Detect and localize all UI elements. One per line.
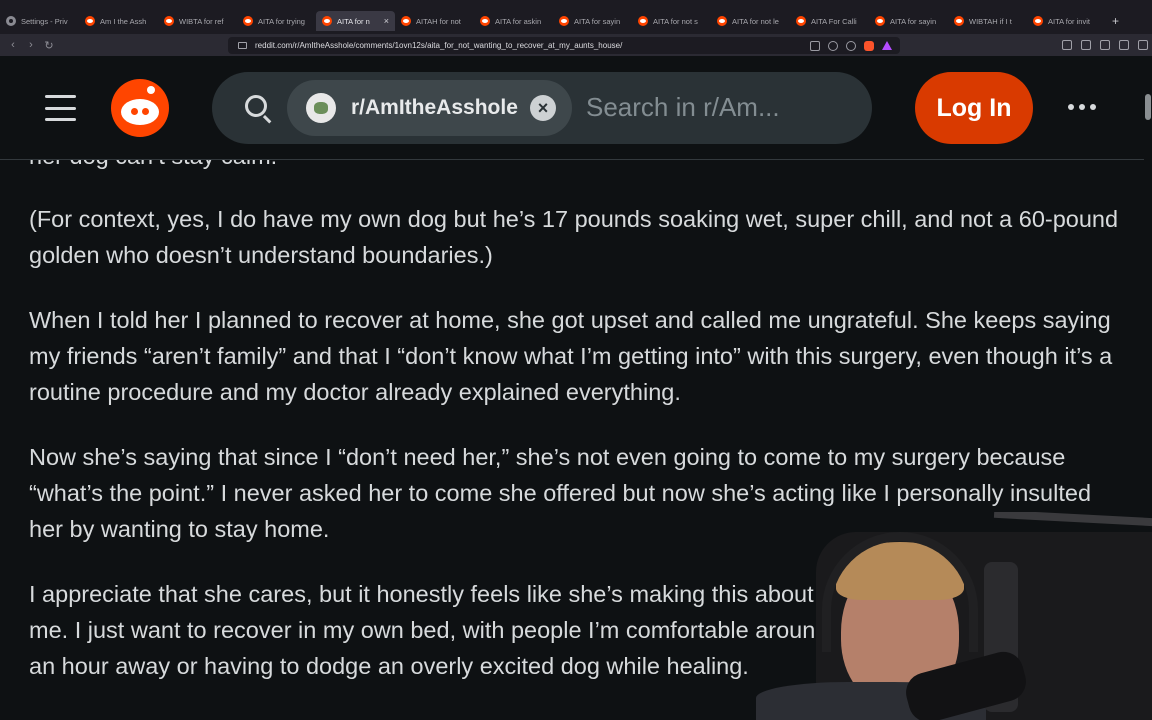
forward-button[interactable]: › [22,39,40,51]
search-input[interactable]: Search in r/Am... [586,92,780,123]
tab-title: AITA for not s [653,16,698,26]
tab-title: AITA for sayin [890,16,937,26]
reddit-icon [164,16,174,26]
site-info-icon[interactable] [238,42,247,49]
tab-title: AITA For Calli [811,16,857,26]
leo-icon[interactable] [1119,40,1129,50]
post-paragraph: (For context, yes, I do have my own dog … [29,206,1119,268]
brave-rewards-icon[interactable] [882,41,892,50]
post-paragraph: When I told her I planned to recover at … [29,307,1113,405]
tab-title: Settings - Priv [21,16,68,26]
tab-title: WIBTAH if I t [969,16,1012,26]
tab-list: Settings - Priv Am I the Assh WIBTA for re… [0,11,1106,31]
back-button[interactable]: ‹ [4,39,22,51]
search-bar[interactable]: r/AmItheAsshole × Search in r/Am... [212,72,872,144]
url-text: reddit.com/r/AmItheAsshole/comments/1ovn… [255,41,623,50]
reddit-icon [954,16,964,26]
tab-title: AITA for askin [495,16,542,26]
reddit-icon [480,16,490,26]
tab-title: AITA for trying [258,16,305,26]
reddit-icon [401,16,411,26]
share-icon[interactable] [846,40,856,51]
reddit-icon [796,16,806,26]
browser-tab[interactable]: WIBTAH if I t [948,11,1027,31]
reddit-icon [322,16,332,26]
tab-title: AITA for invit [1048,16,1090,26]
toolbar-right [1062,40,1148,50]
search-icon [245,95,267,117]
post-partial-line: her dog can’t stay calm. [29,160,277,174]
extensions-icon[interactable] [1100,40,1110,50]
browser-tab[interactable]: AITAH for not [395,11,474,31]
tab-title: AITA for n [337,16,370,26]
subreddit-chip[interactable]: r/AmItheAsshole × [287,80,572,136]
navigation-bar: ‹ › ↻ ⛉ reddit.com/r/AmItheAsshole/comme… [0,34,1152,56]
browser-tab[interactable]: AITA For Calli [790,11,869,31]
close-tab-icon[interactable]: × [384,16,389,26]
browser-tab[interactable]: AITA for not le [711,11,790,31]
sidebar-icon[interactable] [1081,40,1091,50]
address-bar-tools [810,40,892,51]
reddit-icon [559,16,569,26]
login-button[interactable]: Log In [915,72,1033,144]
zoom-icon[interactable] [828,40,838,51]
reddit-icon [85,16,95,26]
reddit-icon [638,16,648,26]
subreddit-avatar [306,93,336,123]
menu-icon[interactable] [1138,40,1148,50]
reddit-icon [1033,16,1043,26]
address-bar[interactable]: reddit.com/r/AmItheAsshole/comments/1ovn… [228,37,900,54]
brave-shields-icon[interactable] [864,40,874,51]
browser-tab[interactable]: Am I the Assh [79,11,158,31]
reddit-header: r/AmItheAsshole × Search in r/Am... Log … [0,56,1144,160]
browser-tab[interactable]: Settings - Priv [0,11,79,31]
more-options-icon[interactable] [1068,104,1096,110]
subreddit-name: r/AmItheAsshole [351,96,518,119]
browser-tab[interactable]: AITA for invit [1027,11,1106,31]
tab-title: AITAH for not [416,16,461,26]
wallet-icon[interactable] [1062,40,1072,50]
hamburger-menu-icon[interactable] [45,95,76,121]
browser-tab[interactable]: AITA for askin [474,11,553,31]
reddit-icon [875,16,885,26]
reddit-icon [717,16,727,26]
reddit-icon [243,16,253,26]
tab-title: Am I the Assh [100,16,147,26]
reload-button[interactable]: ↻ [40,39,58,52]
tab-title: AITA for not le [732,16,779,26]
webcam-overlay [756,512,1152,720]
gear-icon [6,16,16,26]
browser-tab[interactable]: AITA for sayin [553,11,632,31]
tab-title: AITA for sayin [574,16,621,26]
tab-title: WIBTA for ref [179,16,224,26]
scrollbar-thumb[interactable] [1145,94,1151,120]
browser-tab[interactable]: AITA for not s [632,11,711,31]
browser-tab[interactable]: AITA for trying [237,11,316,31]
clear-subreddit-icon[interactable]: × [530,95,556,121]
reddit-logo[interactable] [111,79,169,137]
cast-icon[interactable] [810,40,820,51]
mic-arm [993,512,1152,527]
browser-tab[interactable]: AITA for n × [316,11,395,31]
new-tab-button[interactable]: + [1112,11,1119,31]
browser-tab-strip: Settings - Priv Am I the Assh WIBTA for re… [0,0,1152,34]
browser-tab[interactable]: WIBTA for ref [158,11,237,31]
browser-tab[interactable]: AITA for sayin [869,11,948,31]
